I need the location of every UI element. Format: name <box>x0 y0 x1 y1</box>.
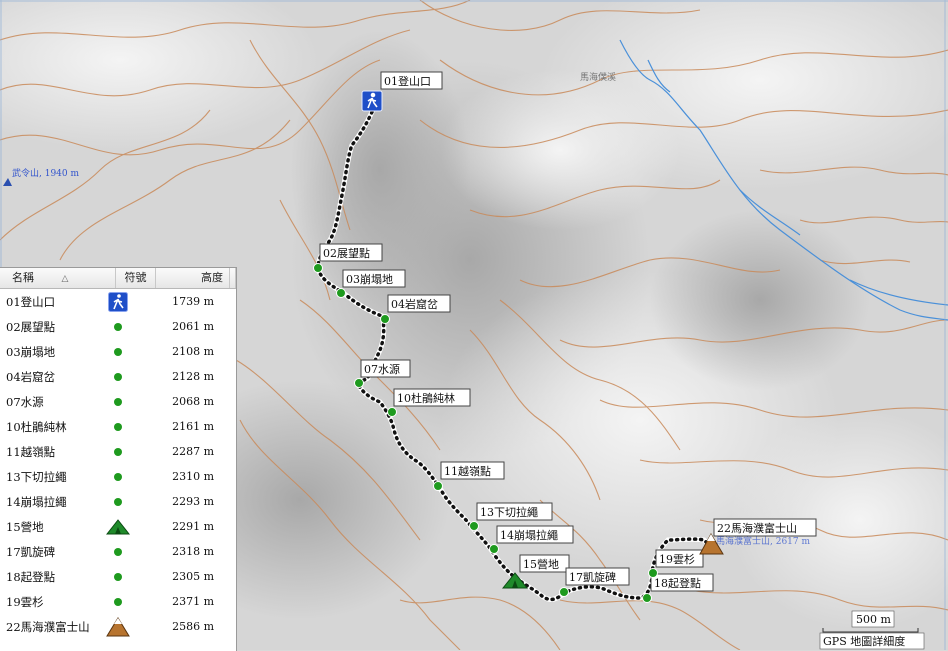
waypoint-name: 11越嶺點 <box>6 444 56 459</box>
table-row[interactable]: 17凱旋碑 2318 m <box>0 539 236 564</box>
waypoint-name: 10杜鵑純林 <box>6 419 67 434</box>
table-row[interactable]: 18起登點 2305 m <box>0 564 236 589</box>
waypoint-list-panel[interactable]: 名稱 △ 符號 高度 01登山口 1739 m 02展望點 2061 m 03崩塌地 21… <box>0 267 237 651</box>
table-row[interactable]: 02展望點 2061 m <box>0 314 236 339</box>
waypoint-label: 15營地 <box>523 558 559 571</box>
waypoint-elevation: 1739 m <box>172 295 214 308</box>
green-dot-icon <box>114 322 123 331</box>
green-dot-icon <box>114 397 123 406</box>
waypoint-label: 07水源 <box>364 362 400 376</box>
waypoint-elevation: 2068 m <box>172 395 214 408</box>
green-dot-icon <box>114 572 123 581</box>
waypoint-name: 01登山口 <box>6 294 56 309</box>
table-row[interactable]: 14崩塌拉繩 2293 m <box>0 489 236 514</box>
waypoint-label: 11越嶺點 <box>444 464 491 478</box>
waypoint-symbol <box>102 447 135 456</box>
tent-icon <box>106 518 131 534</box>
waypoint-name: 03崩塌地 <box>6 344 56 359</box>
waypoint-symbol <box>102 572 135 581</box>
table-row[interactable]: 10杜鵑純林 2161 m <box>0 414 236 439</box>
table-row[interactable]: 22馬海濮富士山 2586 m <box>0 614 236 639</box>
waypoint-label: 19雲杉 <box>659 552 695 566</box>
waypoint-elevation: 2305 m <box>172 570 214 583</box>
waypoint-elevation: 2161 m <box>172 420 214 433</box>
waypoint-symbol <box>102 322 135 331</box>
hiker-icon <box>108 291 129 312</box>
table-row[interactable]: 03崩塌地 2108 m <box>0 339 236 364</box>
waypoint-label: 14崩塌拉繩 <box>500 528 558 542</box>
waypoint-elevation: 2291 m <box>172 520 214 533</box>
waypoint-symbol <box>102 518 135 535</box>
stream-label: 馬海僕溪 <box>580 71 616 83</box>
waypoint-elevation: 2128 m <box>172 370 214 383</box>
waypoint-elevation: 2310 m <box>172 470 214 483</box>
green-dot-icon <box>114 347 123 356</box>
column-header-name[interactable]: 名稱 △ <box>0 268 116 288</box>
table-row[interactable]: 13下切拉繩 2310 m <box>0 464 236 489</box>
waypoint-label: 02展望點 <box>323 247 370 260</box>
waypoint-symbol <box>102 497 135 506</box>
waypoint-symbol <box>102 397 135 406</box>
green-dot-icon <box>114 472 123 481</box>
green-dot-icon <box>114 447 123 456</box>
green-dot-icon <box>114 547 123 556</box>
waypoint-label: 22馬海濮富士山 <box>717 521 797 535</box>
waypoint-label: 10杜鵑純林 <box>397 391 455 405</box>
waypoint-elevation: 2287 m <box>172 445 214 458</box>
column-header-more[interactable] <box>230 268 236 288</box>
table-row[interactable]: 11越嶺點 2287 m <box>0 439 236 464</box>
waypoint-symbol <box>102 472 135 481</box>
waypoint-name: 14崩塌拉繩 <box>6 494 67 509</box>
waypoint-label: 17凱旋碑 <box>569 570 616 584</box>
table-row[interactable]: 19雲杉 2371 m <box>0 589 236 614</box>
waypoint-label: 13下切拉繩 <box>480 505 538 519</box>
waypoint-symbol <box>102 347 135 356</box>
green-dot-icon <box>114 497 123 506</box>
green-dot-icon <box>114 422 123 431</box>
peak-east-faded-label: 馬海濮富士山, 2617 m <box>716 535 810 547</box>
waypoint-list-rows: 01登山口 1739 m 02展望點 2061 m 03崩塌地 2108 m 04岩窟岔 21… <box>0 289 236 639</box>
waypoint-name: 22馬海濮富士山 <box>6 619 90 634</box>
waypoint-elevation: 2108 m <box>172 345 214 358</box>
waypoint-elevation: 2318 m <box>172 545 214 558</box>
waypoint-elevation: 2293 m <box>172 495 214 508</box>
waypoint-name: 13下切拉繩 <box>6 469 67 484</box>
waypoint-name: 17凱旋碑 <box>6 544 56 559</box>
table-row[interactable]: 04岩窟岔 2128 m <box>0 364 236 389</box>
waypoint-symbol <box>102 372 135 381</box>
waypoint-symbol <box>102 597 135 606</box>
waypoint-name: 19雲杉 <box>6 594 44 609</box>
column-header-elevation[interactable]: 高度 <box>156 268 230 288</box>
waypoint-name: 07水源 <box>6 394 44 409</box>
waypoint-symbol <box>102 547 135 556</box>
green-dot-icon <box>114 372 123 381</box>
green-dot-icon <box>114 597 123 606</box>
waypoint-symbol <box>102 422 135 431</box>
table-row[interactable]: 15營地 2291 m <box>0 514 236 539</box>
waypoint-elevation: 2586 m <box>172 620 214 633</box>
waypoint-label: 01登山口 <box>384 74 431 88</box>
waypoint-list-header: 名稱 △ 符號 高度 <box>0 268 236 289</box>
detail-label: GPS 地圖詳細度 <box>823 634 905 648</box>
waypoint-elevation: 2061 m <box>172 320 214 333</box>
summit-icon <box>106 616 131 636</box>
scale-label: 500 m <box>856 613 891 626</box>
table-row[interactable]: 01登山口 1739 m <box>0 289 236 314</box>
column-header-symbol[interactable]: 符號 <box>116 268 156 288</box>
waypoint-elevation: 2371 m <box>172 595 214 608</box>
table-row[interactable]: 07水源 2068 m <box>0 389 236 414</box>
waypoint-symbol <box>102 291 135 312</box>
sort-indicator-icon: △ <box>61 274 69 284</box>
peak-west-label: 武令山, 1940 m <box>12 167 79 179</box>
waypoint-label: 03崩塌地 <box>346 272 393 286</box>
waypoint-name: 02展望點 <box>6 319 56 334</box>
waypoint-name: 04岩窟岔 <box>6 369 56 384</box>
waypoint-name: 18起登點 <box>6 569 56 584</box>
waypoint-name: 15營地 <box>6 519 44 534</box>
waypoint-label: 18起登點 <box>654 576 701 590</box>
waypoint-symbol <box>102 616 135 637</box>
waypoint-label: 04岩窟岔 <box>391 297 438 311</box>
